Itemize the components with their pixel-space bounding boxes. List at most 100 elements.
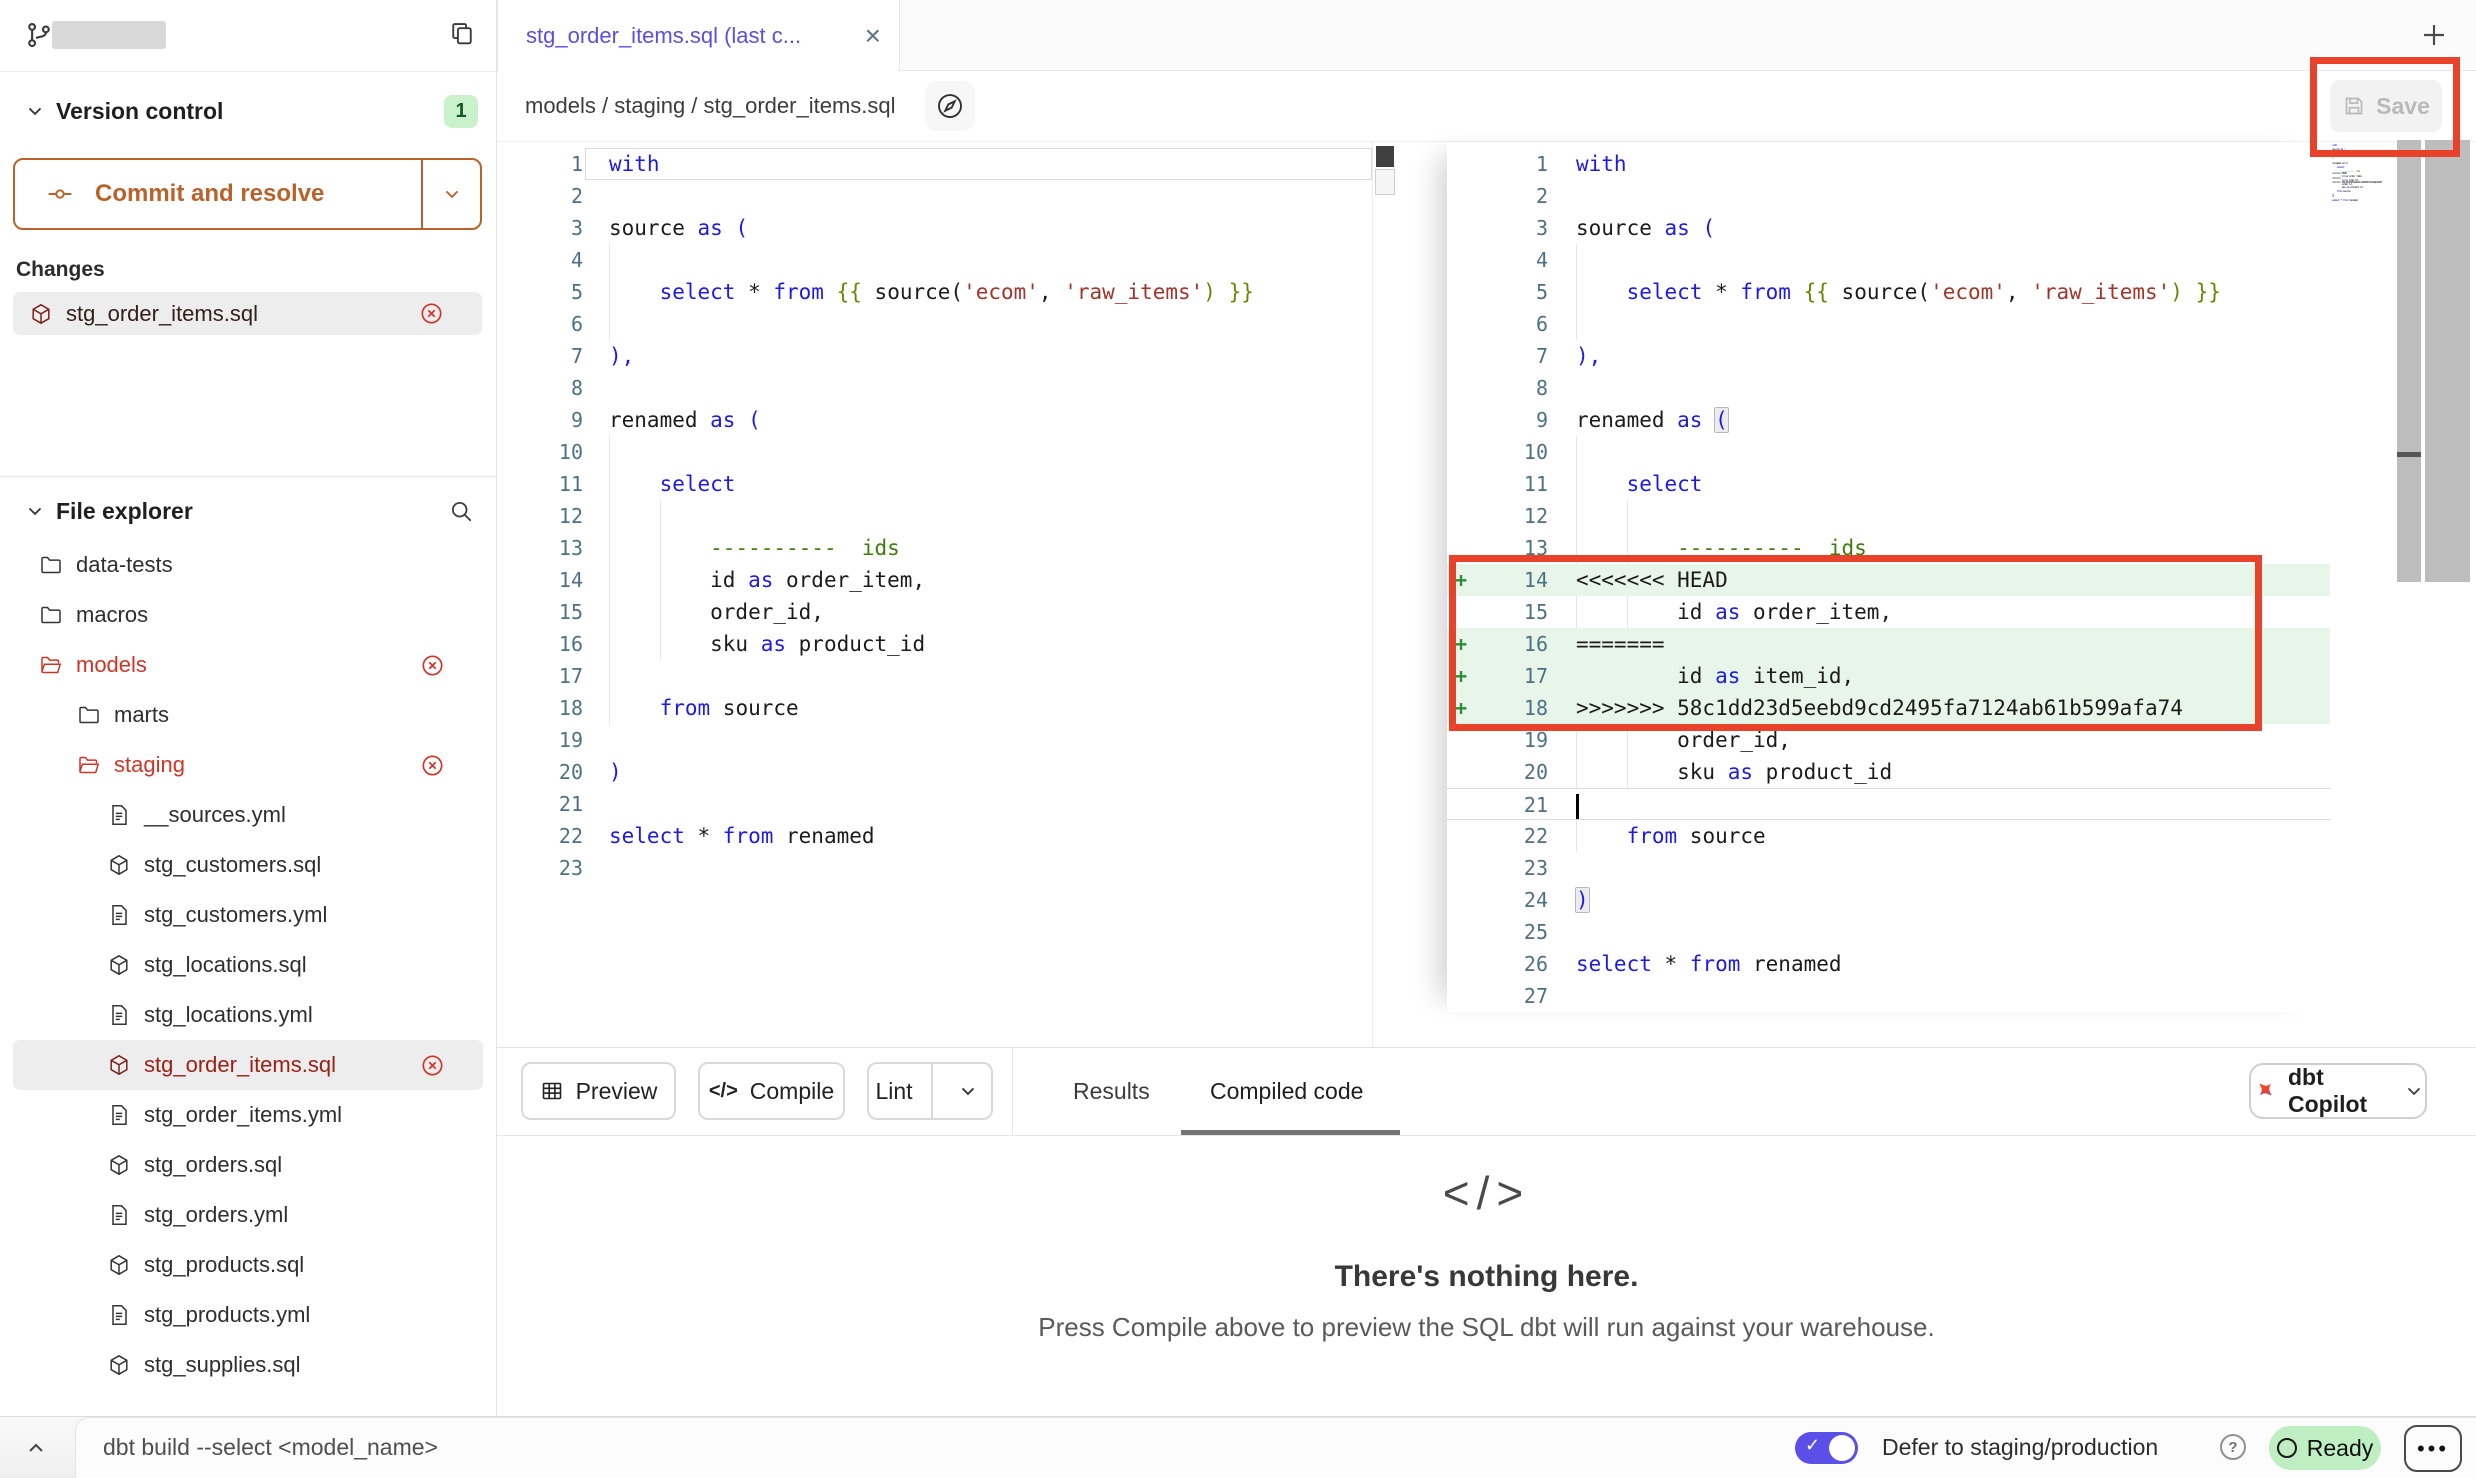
code-line[interactable]: +16======= <box>1447 628 2330 660</box>
tab-stg-order-items[interactable]: stg_order_items.sql (last c... × <box>497 0 900 71</box>
commit-and-resolve-button[interactable]: Commit and resolve <box>13 158 482 230</box>
file-explorer-item[interactable]: stg_order_items.sql <box>13 1040 483 1090</box>
search-icon[interactable] <box>448 498 474 524</box>
code-line[interactable]: 23 <box>497 852 1372 884</box>
code-line[interactable]: 1with <box>1447 148 2330 180</box>
help-icon[interactable]: ? <box>2220 1434 2246 1460</box>
code-line[interactable]: 2 <box>497 180 1372 212</box>
scrollbar-thumb[interactable] <box>1376 146 1394 167</box>
code-line[interactable]: 27 <box>1447 980 2330 1012</box>
code-line[interactable]: 10 <box>1447 436 2330 468</box>
code-line[interactable]: 5 select * from {{ source('ecom', 'raw_i… <box>1447 276 2330 308</box>
code-line[interactable]: 3source as ( <box>497 212 1372 244</box>
copy-icon[interactable] <box>448 20 476 48</box>
code-line[interactable]: 15 id as order_item, <box>1447 596 2330 628</box>
code-line[interactable]: 20 sku as product_id <box>1447 756 2330 788</box>
code-line[interactable]: 25 <box>1447 916 2330 948</box>
code-line[interactable]: 2 <box>1447 180 2330 212</box>
new-tab-button[interactable] <box>2418 19 2450 51</box>
file-explorer-item[interactable]: stg_orders.yml <box>13 1190 483 1240</box>
lineage-button[interactable] <box>925 81 975 131</box>
code-line[interactable]: 4 <box>497 244 1372 276</box>
code-line[interactable]: 10 <box>497 436 1372 468</box>
code-line[interactable]: +17 id as item_id, <box>1447 660 2330 692</box>
code-line[interactable]: 13 ---------- ids <box>1447 532 2330 564</box>
code-line[interactable]: +18>>>>>>> 58c1dd23d5eebd9cd2495fa7124ab… <box>1447 692 2330 724</box>
code-line[interactable]: 18 from source <box>497 692 1372 724</box>
lint-button[interactable]: Lint <box>867 1062 993 1120</box>
file-explorer-item[interactable]: macros <box>13 590 483 640</box>
file-explorer-item[interactable]: stg_order_items.yml <box>13 1090 483 1140</box>
code-line[interactable]: 21 <box>497 788 1372 820</box>
file-explorer-item[interactable]: stg_customers.yml <box>13 890 483 940</box>
file-explorer-item[interactable]: stg_locations.sql <box>13 940 483 990</box>
code-line[interactable]: 20) <box>497 756 1372 788</box>
file-explorer-item[interactable]: models <box>13 640 483 690</box>
close-icon[interactable]: × <box>865 22 881 50</box>
file-explorer-item[interactable]: staging <box>13 740 483 790</box>
code-line[interactable]: 7), <box>497 340 1372 372</box>
tab-results[interactable]: Results <box>1073 1048 1150 1135</box>
code-line[interactable]: 5 select * from {{ source('ecom', 'raw_i… <box>497 276 1372 308</box>
code-line[interactable]: 24) <box>1447 884 2330 916</box>
editor-right-pane[interactable]: 1with23source as (45 select * from {{ so… <box>1447 142 2330 1012</box>
code-line[interactable]: 19 <box>497 724 1372 756</box>
code-line[interactable]: 4 <box>1447 244 2330 276</box>
preview-button[interactable]: Preview <box>521 1062 676 1120</box>
save-button[interactable]: Save <box>2330 80 2442 132</box>
left-editor-scrollbar[interactable] <box>1372 142 1397 1047</box>
file-explorer-item[interactable]: data-tests <box>13 540 483 590</box>
code-line[interactable]: 1with <box>497 148 1372 180</box>
dbt-copilot-button[interactable]: dbt Copilot <box>2249 1063 2427 1119</box>
file-explorer-item[interactable]: stg_locations.yml <box>13 990 483 1040</box>
code-line[interactable]: 26select * from renamed <box>1447 948 2330 980</box>
code-line[interactable]: 21 <box>1447 788 2330 820</box>
changed-file-item[interactable]: stg_order_items.sql <box>13 292 482 335</box>
code-line[interactable]: 3source as ( <box>1447 212 2330 244</box>
command-input[interactable]: dbt build --select <model_name> <box>103 1417 438 1477</box>
right-editor-scrollbar[interactable] <box>2397 140 2421 582</box>
chevron-up-icon[interactable] <box>24 1436 48 1460</box>
git-branch-icon[interactable] <box>24 20 54 50</box>
code-line[interactable]: 8 <box>497 372 1372 404</box>
code-line[interactable]: 22 from source <box>1447 820 2330 852</box>
editor-left-pane[interactable]: 1with23source as (45 select * from {{ so… <box>497 142 1372 884</box>
file-explorer-item[interactable]: marts <box>13 690 483 740</box>
code-line[interactable]: +14<<<<<<< HEAD <box>1447 564 2330 596</box>
code-line[interactable]: 16 sku as product_id <box>497 628 1372 660</box>
version-control-header[interactable]: Version control 1 <box>0 88 496 134</box>
code-line[interactable]: 8 <box>1447 372 2330 404</box>
compile-button[interactable]: </> Compile <box>698 1062 845 1120</box>
defer-toggle[interactable]: ✓ <box>1795 1432 1858 1464</box>
file-explorer-header[interactable]: File explorer <box>0 488 496 534</box>
minimap[interactable]: withsource as ( select * from {{ source(… <box>2332 144 2382 224</box>
code-line[interactable]: 13 ---------- ids <box>497 532 1372 564</box>
scrollbar-thumb-secondary[interactable] <box>1375 169 1395 195</box>
file-explorer-item[interactable]: stg_orders.sql <box>13 1140 483 1190</box>
file-explorer-item[interactable]: stg_products.yml <box>13 1290 483 1340</box>
code-line[interactable]: 9renamed as ( <box>497 404 1372 436</box>
commit-dropdown-button[interactable] <box>423 160 480 228</box>
code-line[interactable]: 12 <box>497 500 1372 532</box>
panel-scrollbar[interactable] <box>2425 140 2470 582</box>
file-explorer-item[interactable]: stg_products.sql <box>13 1240 483 1290</box>
file-explorer-item[interactable]: stg_customers.sql <box>13 840 483 890</box>
code-line[interactable]: 6 <box>1447 308 2330 340</box>
code-line[interactable]: 12 <box>1447 500 2330 532</box>
code-line[interactable]: 23 <box>1447 852 2330 884</box>
tab-compiled-code[interactable]: Compiled code <box>1210 1048 1363 1135</box>
code-line[interactable]: 17 <box>497 660 1372 692</box>
file-explorer-item[interactable]: __sources.yml <box>13 790 483 840</box>
code-line[interactable]: 14 id as order_item, <box>497 564 1372 596</box>
code-line[interactable]: 15 order_id, <box>497 596 1372 628</box>
code-line[interactable]: 11 select <box>1447 468 2330 500</box>
code-line[interactable]: 9renamed as ( <box>1447 404 2330 436</box>
file-explorer-item[interactable]: stg_supplies.sql <box>13 1340 483 1390</box>
code-line[interactable]: 6 <box>497 308 1372 340</box>
lint-dropdown-button[interactable] <box>945 1080 991 1102</box>
code-line[interactable]: 7), <box>1447 340 2330 372</box>
code-line[interactable]: 19 order_id, <box>1447 724 2330 756</box>
more-options-button[interactable]: ••• <box>2404 1425 2462 1472</box>
code-line[interactable]: 11 select <box>497 468 1372 500</box>
code-line[interactable]: 22select * from renamed <box>497 820 1372 852</box>
